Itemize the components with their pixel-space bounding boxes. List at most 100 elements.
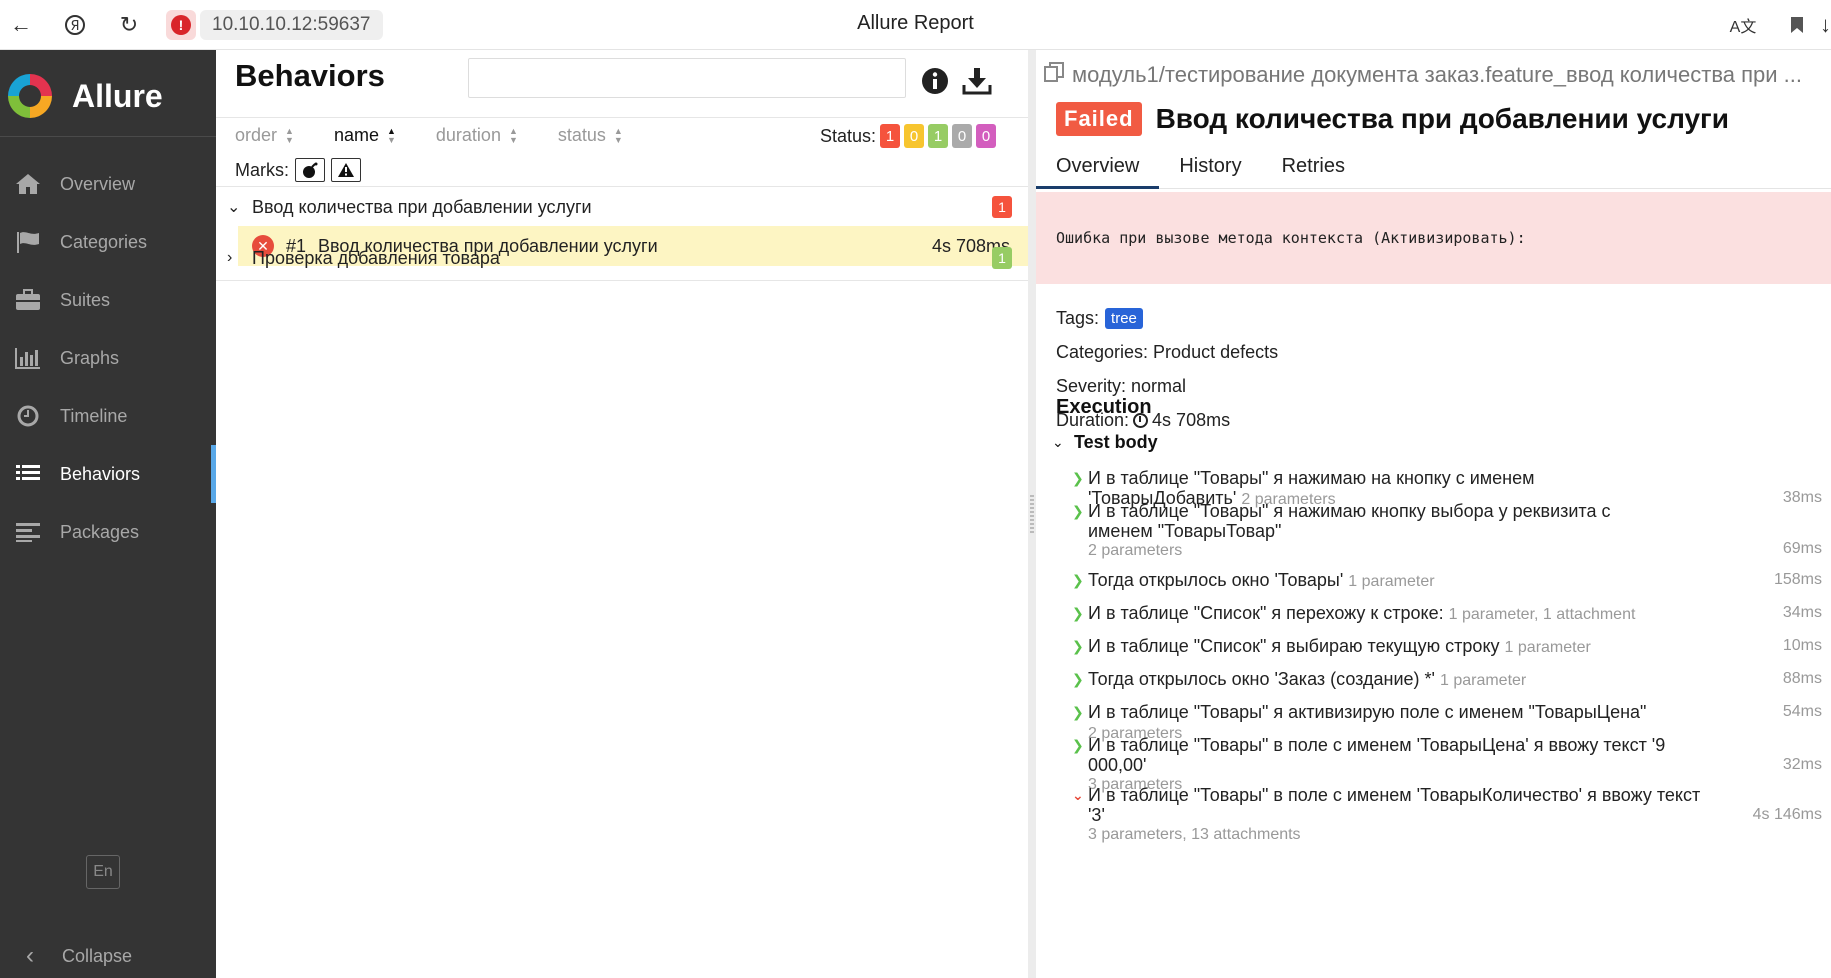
sidebar-item-suites[interactable]: Suites [0,271,216,329]
flaky-mark-toggle[interactable] [295,158,325,182]
chevron-left-icon: ‹ [26,942,34,969]
chevron-right-icon: ❯ [1072,605,1084,621]
clock-icon [12,403,44,429]
step-item[interactable]: ❯ Тогда открылось окно 'Заказ (создание)… [1072,669,1822,691]
step-duration: 4s 146ms [1752,806,1822,823]
tree-group[interactable]: › Проверка добавления товара 1 [216,238,1028,278]
status-badge: Failed [1056,102,1142,136]
status-failed-toggle[interactable]: 1 [880,124,901,148]
status-broken-toggle[interactable]: 0 [904,124,925,148]
tags-label: Tags: [1056,308,1100,328]
step-item[interactable]: ❯ И в таблице "Список" я перехожу к стро… [1072,603,1822,625]
test-detail-pane: модуль1/тестирование документа заказ.fea… [1036,50,1831,978]
status-skipped-toggle[interactable]: 0 [952,124,973,148]
collapse-label: Collapse [62,945,133,966]
sort-icon: ▲ ▼ [613,125,623,145]
step-duration: 32ms [1782,756,1822,773]
info-button[interactable] [918,64,952,98]
sidebar-item-label: Graphs [60,347,120,368]
sort-icon: ▲ ▼ [285,125,294,145]
chevron-right-icon: ❯ [1072,470,1084,486]
step-text: И в таблице "Список" я перехожу к строке… [1088,603,1444,623]
flag-icon [12,229,44,255]
step-text: И в таблице "Товары" в поле с именем 'То… [1088,785,1701,825]
sidebar-item-label: Categories [60,231,148,252]
bar-chart-icon [12,345,44,371]
download-icon[interactable]: ↓ [1820,10,1831,40]
sidebar-item-overview[interactable]: Overview [0,155,216,213]
back-icon[interactable]: ← [6,10,36,40]
sidebar-item-graphs[interactable]: Graphs [0,329,216,387]
step-item-failed[interactable]: ⌄ И в таблице "Товары" в поле с именем '… [1072,785,1822,845]
allure-logo[interactable]: Allure [8,70,163,122]
group-name: Ввод количества при добавлении услуги [252,196,592,217]
collapse-button[interactable]: ‹ Collapse [14,942,132,970]
reload-icon[interactable]: ↻ [114,10,144,40]
test-header: Failed Ввод количества при добавлении ус… [1056,102,1729,136]
step-text: И в таблице "Товары" я нажимаю кнопку вы… [1088,501,1611,541]
step-text: И в таблице "Товары" я активизирую поле … [1088,702,1647,722]
step-item[interactable]: ❯ И в таблице "Товары" я нажимаю кнопку … [1072,501,1822,561]
group-count-badge: 1 [992,247,1012,269]
step-item[interactable]: ❯ Тогда открылось окно 'Товары' 1 parame… [1072,570,1822,592]
step-text: И в таблице "Список" я выбираю текущую с… [1088,636,1500,656]
bookmark-icon[interactable] [1782,10,1812,40]
insecure-warning-icon[interactable]: ! [166,10,196,40]
execution-heading: Execution [1056,396,1152,418]
step-text: Тогда открылось окно 'Заказ (создание) *… [1088,669,1435,689]
test-body-toggle[interactable]: ⌄ Test body [1052,432,1158,453]
copy-icon[interactable] [1044,62,1066,88]
translate-icon[interactable]: A文 [1728,10,1758,40]
step-duration: 88ms [1782,670,1822,687]
sort-name[interactable]: name ▲ ▼ [334,125,396,146]
sidebar-item-behaviors[interactable]: Behaviors [0,445,216,503]
tree-group[interactable]: ⌄ Ввод количества при добавлении услуги … [216,187,1028,227]
status-passed-toggle[interactable]: 1 [928,124,949,148]
chevron-down-icon: ⌄ [1052,434,1064,450]
sort-asc-icon: ▲ ▼ [386,125,396,145]
error-message[interactable]: Ошибка при вызове метода контекста (Акти… [1036,192,1831,284]
page-title: Behaviors [235,58,385,93]
sort-label: status [557,125,606,145]
logo-text: Allure [72,77,163,114]
severity-row: Severity: normal [1056,376,1187,396]
tab-overview[interactable]: Overview [1036,145,1160,189]
detail-tabs: Overview History Retries [1036,145,1831,189]
briefcase-icon [12,287,44,313]
sidebar-item-packages[interactable]: Packages [0,503,216,561]
sort-icon: ▲ ▼ [508,125,518,145]
step-duration: 34ms [1782,604,1822,621]
step-meta: 2 parameters [1088,542,1183,559]
sort-status[interactable]: status ▲ ▼ [558,125,623,146]
search-input[interactable] [468,58,906,98]
divider [216,117,1028,118]
chevron-right-icon: ❯ [1072,737,1084,753]
marks-filter: Marks: [235,158,361,182]
sidebar-item-label: Suites [60,289,111,310]
new-failed-mark-toggle[interactable] [331,158,361,182]
tab-history[interactable]: History [1159,145,1261,189]
language-switch[interactable]: En [86,855,120,889]
step-duration: 54ms [1782,703,1822,720]
tab-retries[interactable]: Retries [1262,145,1365,189]
status-unknown-toggle[interactable]: 0 [976,124,997,148]
sidebar-item-timeline[interactable]: Timeline [0,387,216,445]
align-left-icon [12,519,44,545]
sort-order[interactable]: order ▲ ▼ [235,125,294,146]
step-item[interactable]: ❯ И в таблице "Список" я выбираю текущую… [1072,636,1822,658]
step-text: И в таблице "Товары" в поле с именем 'То… [1088,735,1666,775]
sort-duration[interactable]: duration ▲ ▼ [436,125,518,146]
step-meta: 1 parameter, 1 attachment [1448,606,1636,623]
sidebar-item-label: Packages [60,521,140,542]
sidebar: Allure Overview Categories Suites Graphs [0,50,216,978]
pane-splitter[interactable] [1028,50,1036,978]
yandex-icon[interactable]: Я [60,10,90,40]
sidebar-item-label: Overview [60,173,136,194]
sidebar-item-categories[interactable]: Categories [0,213,216,271]
sidebar-item-label: Behaviors [60,463,141,484]
address-bar[interactable]: 10.10.10.12:59637 [200,10,383,40]
chevron-right-icon: ❯ [1072,503,1084,519]
download-icon [962,68,992,95]
step-text: Тогда открылось окно 'Товары' [1088,570,1344,590]
download-button[interactable] [960,64,994,98]
